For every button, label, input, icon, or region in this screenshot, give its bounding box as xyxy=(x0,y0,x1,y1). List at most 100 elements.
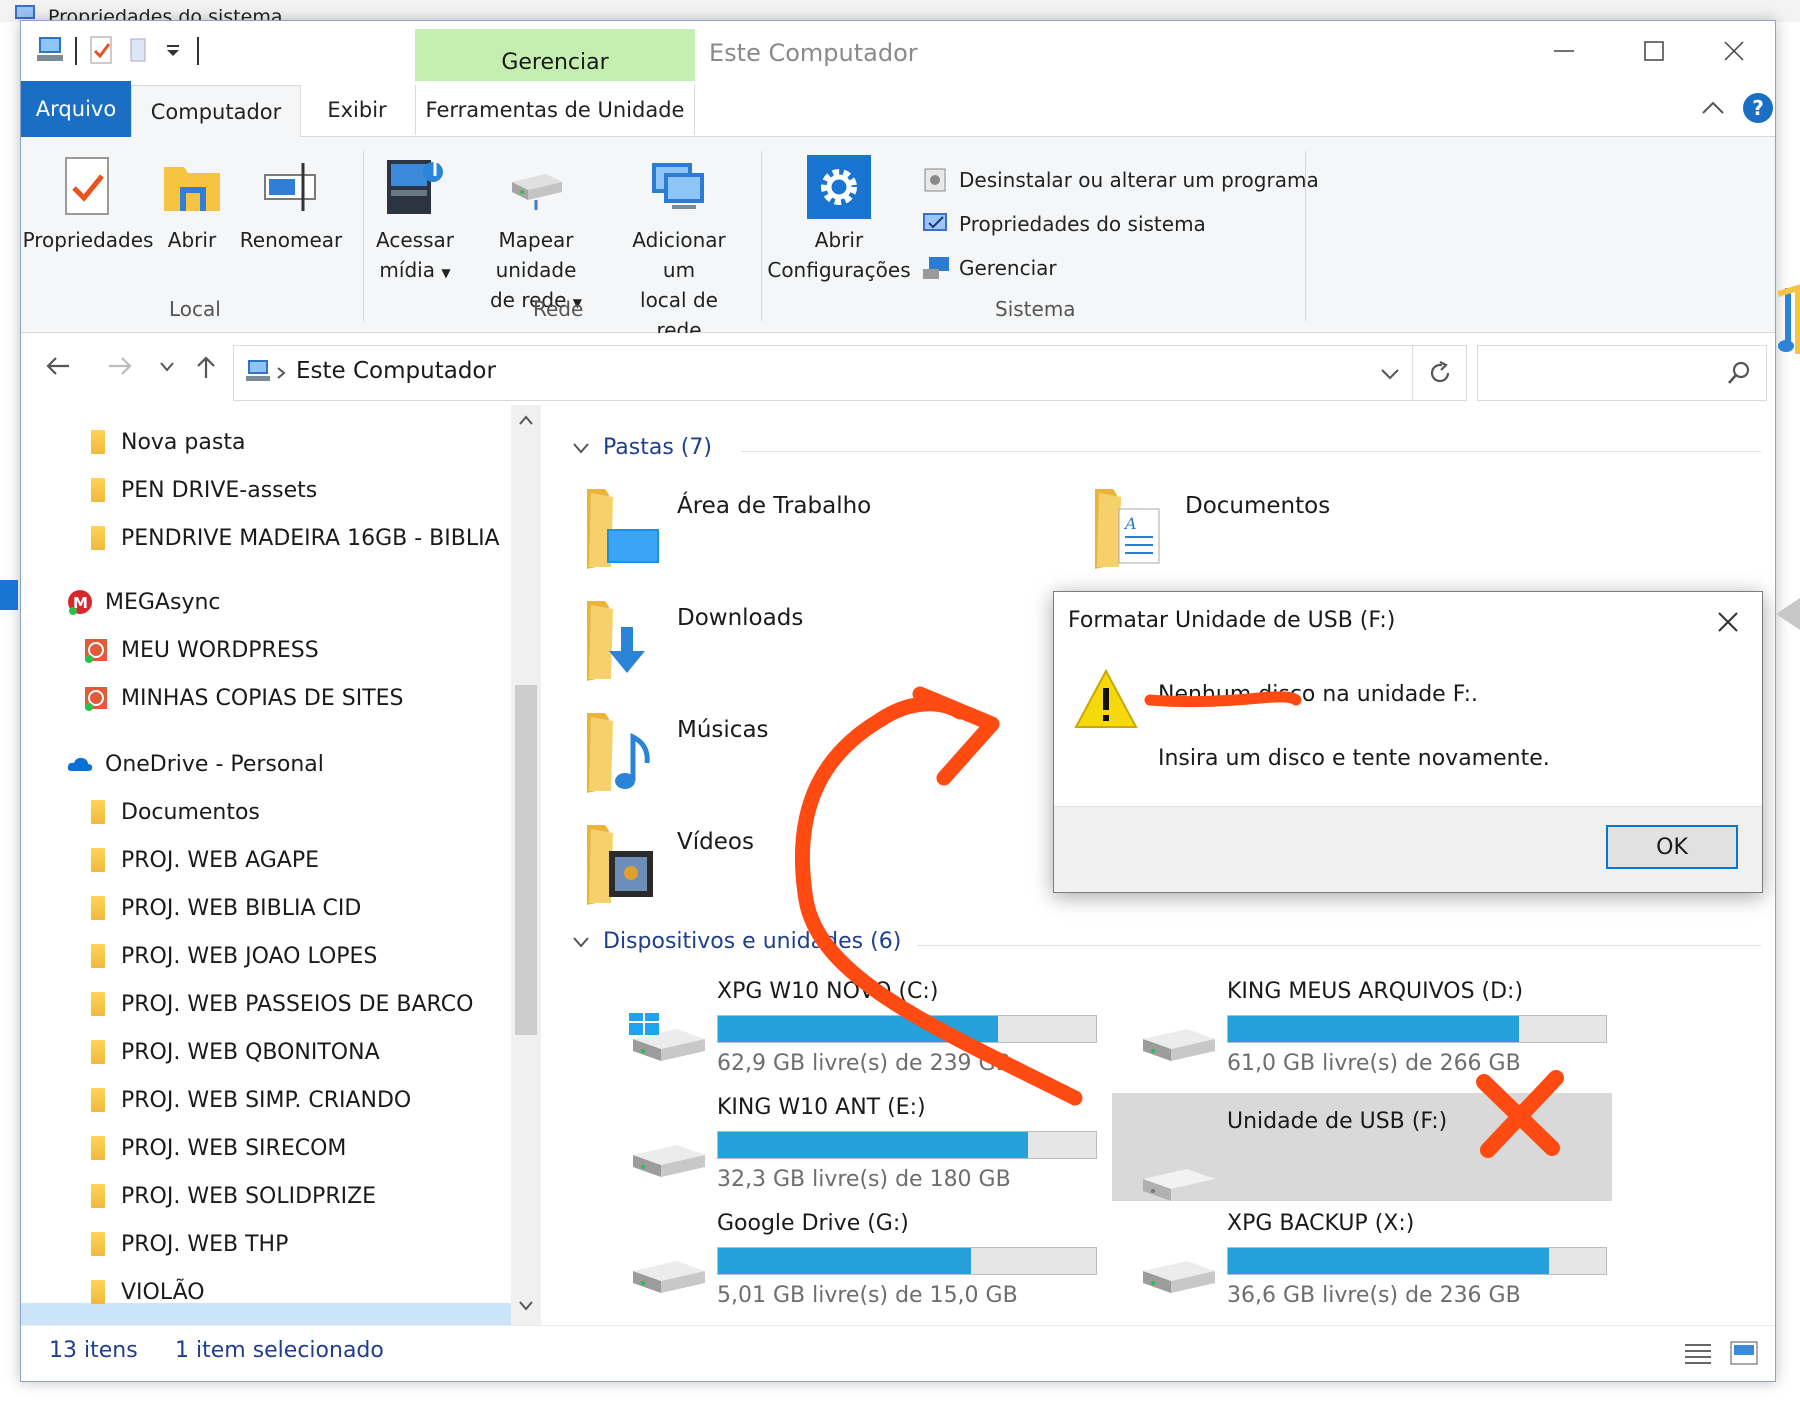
scroll-down-icon[interactable] xyxy=(519,1301,533,1311)
folder-area-de-trabalho[interactable]: Área de Trabalho xyxy=(583,485,871,569)
hard-drive-icon xyxy=(1143,1261,1215,1293)
folder-downloads[interactable]: Downloads xyxy=(583,597,803,681)
mapear-unidade-label-1: Mapear unidade xyxy=(495,228,577,282)
hard-drive-icon xyxy=(633,1145,705,1177)
drive-free-space: 5,01 GB livre(s) de 15,0 GB xyxy=(717,1283,1018,1308)
drive-f-usb[interactable]: Unidade de USB (F:) xyxy=(1127,1109,1607,1219)
help-icon[interactable]: ? xyxy=(1743,93,1773,123)
tab-arquivo[interactable]: Arquivo xyxy=(21,81,131,137)
drive-e[interactable]: KING W10 ANT (E:) 32,3 GB livre(s) de 18… xyxy=(617,1095,1097,1205)
group-label-sistema: Sistema xyxy=(995,297,1076,321)
nav-item[interactable]: PROJ. WEB SOLIDPRIZE xyxy=(81,1179,376,1213)
nav-item[interactable]: PENDRIVE MADEIRA 16GB - BIBLIA xyxy=(81,521,500,555)
nav-item[interactable]: PROJ. WEB SIRECOM xyxy=(81,1131,346,1165)
navigation-pane-scrollbar[interactable] xyxy=(511,405,541,1325)
nav-item[interactable]: Documentos xyxy=(81,795,260,829)
acessar-midia-button[interactable]: Acessar mídia ▼ xyxy=(373,151,457,288)
dialog-close-button[interactable] xyxy=(1706,602,1750,642)
large-icons-view-icon[interactable] xyxy=(1729,1340,1759,1366)
search-input[interactable] xyxy=(1477,345,1767,401)
background-window-titlebar: Propriedades do sistema xyxy=(0,0,1800,22)
drive-d[interactable]: KING MEUS ARQUIVOS (D:) 61,0 GB livre(s)… xyxy=(1127,979,1607,1089)
close-button[interactable] xyxy=(1689,27,1775,75)
drive-c[interactable]: XPG W10 NOVO (C:) 62,9 GB livre(s) de 23… xyxy=(617,979,1097,1089)
nav-item-label: PROJ. WEB THP xyxy=(121,1231,289,1257)
nav-item[interactable]: PEN DRIVE-assets xyxy=(81,473,317,507)
nav-item[interactable]: MEU WORDPRESS xyxy=(83,633,319,667)
folder-videos[interactable]: Vídeos xyxy=(583,821,754,905)
drive-free-space: 36,6 GB livre(s) de 236 GB xyxy=(1227,1283,1521,1308)
gerenciar-button[interactable]: Gerenciar xyxy=(921,255,1057,281)
nav-item-label: MINHAS COPIAS DE SITES xyxy=(121,685,404,711)
drive-free-space: 61,0 GB livre(s) de 266 GB xyxy=(1227,1051,1521,1076)
scroll-up-icon[interactable] xyxy=(519,415,533,425)
minimize-icon xyxy=(1554,50,1574,52)
nav-item[interactable]: VIOLÃO xyxy=(81,1275,205,1309)
back-arrow-icon[interactable] xyxy=(45,355,71,377)
nav-item[interactable]: PROJ. WEB THP xyxy=(81,1227,288,1261)
refresh-icon xyxy=(1430,361,1449,383)
address-box[interactable]: Este Computador xyxy=(233,345,1413,401)
folder-documentos[interactable]: A Documentos xyxy=(1091,485,1330,569)
nav-item[interactable]: PROJ. WEB AGAPE xyxy=(81,843,319,877)
propriedades-sistema-button[interactable]: Propriedades do sistema xyxy=(921,211,1206,237)
mapear-unidade-button[interactable]: Mapear unidade de rede ▼ xyxy=(461,151,611,318)
adicionar-local-button[interactable]: Adicionar um local de rede xyxy=(615,151,743,345)
address-dropdown-chevron-icon[interactable] xyxy=(1380,368,1400,380)
tab-exibir[interactable]: Exibir xyxy=(311,85,403,135)
nav-item[interactable]: PROJ. WEB QBONITONA xyxy=(81,1035,380,1069)
up-arrow-icon[interactable] xyxy=(195,355,217,379)
renomear-button[interactable]: Renomear xyxy=(239,151,343,255)
scrollbar-thumb[interactable] xyxy=(515,685,537,1035)
drive-x[interactable]: XPG BACKUP (X:) 36,6 GB livre(s) de 236 … xyxy=(1127,1211,1607,1321)
refresh-button[interactable] xyxy=(1413,345,1467,401)
section-collapse-chevron-icon[interactable] xyxy=(573,936,589,948)
collapse-ribbon-icon[interactable] xyxy=(1701,99,1725,115)
drive-label: Unidade de USB (F:) xyxy=(1227,1109,1448,1134)
abrir-configuracoes-button[interactable]: Abrir Configurações xyxy=(767,151,911,285)
properties-icon xyxy=(65,157,109,215)
drive-g[interactable]: Google Drive (G:) 5,01 GB livre(s) de 15… xyxy=(617,1211,1097,1321)
abrir-button[interactable]: Abrir xyxy=(155,151,229,255)
background-music-icon xyxy=(1778,284,1800,354)
new-folder-icon[interactable] xyxy=(127,35,149,65)
nav-item-label: PROJ. WEB JOAO LOPES xyxy=(121,943,378,969)
minimize-button[interactable] xyxy=(1519,27,1609,75)
recent-locations-chevron-icon[interactable] xyxy=(159,361,175,373)
nav-item-label: PROJ. WEB SOLIDPRIZE xyxy=(121,1183,377,1209)
drive-usage-fill xyxy=(1228,1248,1550,1274)
desinstalar-programa-button[interactable]: Desinstalar ou alterar um programa xyxy=(921,167,1319,193)
nav-item[interactable]: PROJ. WEB PASSEIOS DE BARCO xyxy=(81,987,473,1021)
tab-gerenciar-group[interactable]: Gerenciar xyxy=(415,29,695,81)
nav-item[interactable]: PROJ. WEB JOAO LOPES xyxy=(81,939,377,973)
folder-label: Músicas xyxy=(677,717,769,743)
nav-item[interactable]: M MEGAsync xyxy=(67,585,221,619)
system-properties-icon xyxy=(923,213,947,231)
devices-section-header[interactable]: Dispositivos e unidades (6) xyxy=(573,929,901,954)
maximize-button[interactable] xyxy=(1609,27,1699,75)
folder-icon xyxy=(91,430,105,454)
properties-checkmark-icon[interactable] xyxy=(89,35,115,65)
folder-musicas[interactable]: Músicas xyxy=(583,709,769,793)
drive-usage-bar xyxy=(717,1131,1097,1159)
customize-dropdown-icon[interactable] xyxy=(163,35,183,65)
nav-item[interactable]: Nova pasta xyxy=(81,425,245,459)
renomear-label: Renomear xyxy=(239,228,343,252)
details-view-icon[interactable] xyxy=(1683,1342,1713,1366)
tab-ferramentas-de-unidade[interactable]: Ferramentas de Unidade xyxy=(415,85,695,135)
nav-item[interactable]: MINHAS COPIAS DE SITES xyxy=(83,681,404,715)
ok-button[interactable]: OK xyxy=(1606,825,1738,869)
folders-header-label: Pastas (7) xyxy=(603,435,712,460)
section-collapse-chevron-icon[interactable] xyxy=(573,442,589,454)
tab-computador[interactable]: Computador xyxy=(131,85,301,138)
propriedades-button[interactable]: Propriedades xyxy=(23,151,153,255)
nav-item[interactable]: PROJ. WEB BIBLIA CID xyxy=(81,891,361,925)
forward-arrow-icon[interactable] xyxy=(107,355,133,377)
close-icon xyxy=(1724,41,1744,61)
nav-item[interactable]: PROJ. WEB SIMP. CRIANDO xyxy=(81,1083,411,1117)
map-network-drive-icon xyxy=(512,174,562,210)
nav-item[interactable]: OneDrive - Personal xyxy=(67,747,324,781)
folder-label: Downloads xyxy=(677,605,804,631)
folders-section-header[interactable]: Pastas (7) xyxy=(573,435,712,460)
computer-icon[interactable] xyxy=(35,35,67,65)
